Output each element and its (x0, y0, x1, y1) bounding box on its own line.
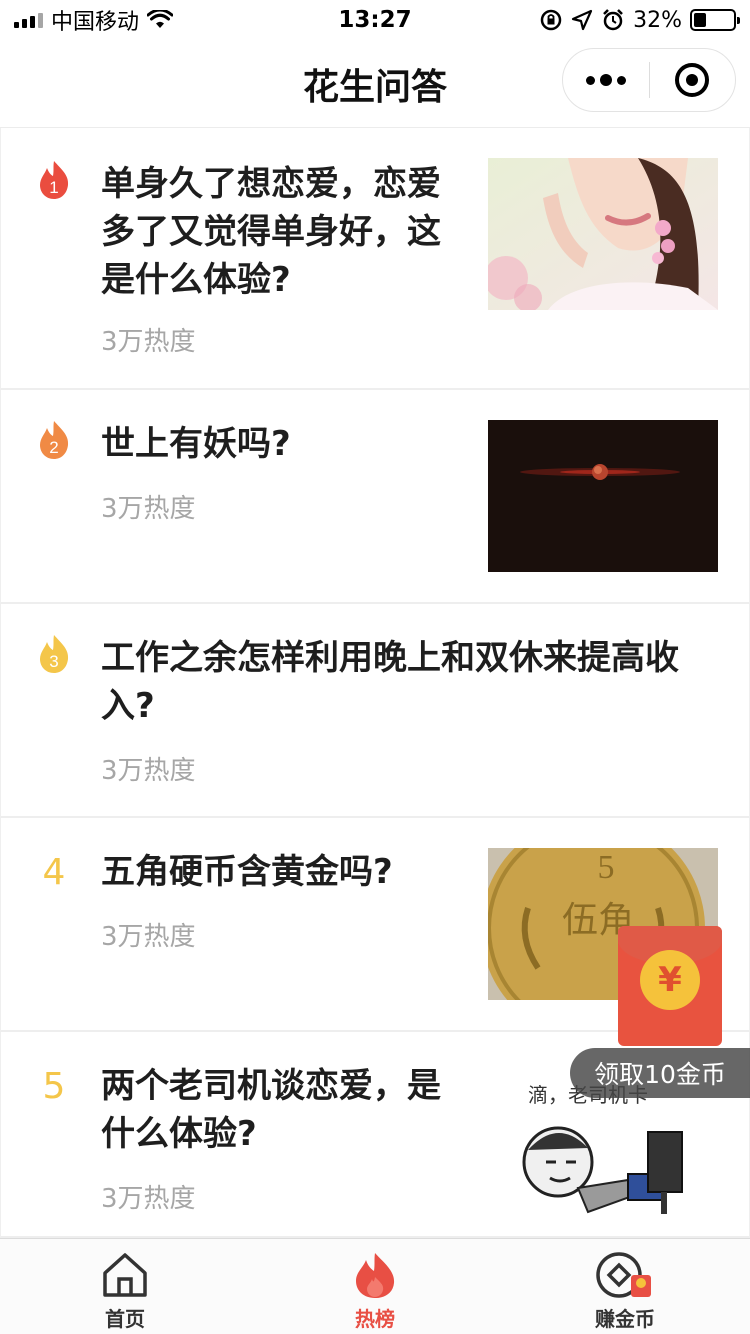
status-left: 中国移动 (14, 4, 174, 36)
title-line: 单身久了想恋爱，恋爱 (101, 164, 441, 204)
page-title: 花生问答 (302, 66, 447, 108)
title-line: 五角硬币含黄金吗? (101, 852, 393, 892)
alarm-icon (603, 9, 623, 31)
tab-earn-coins[interactable]: 赚金币 (500, 1239, 750, 1334)
status-right: 32% (539, 7, 740, 33)
list-item[interactable]: 1 单身久了想恋爱，恋爱 多了又觉得单身好，这 是什么体验? 3万热度 (0, 128, 750, 390)
wifi-icon (147, 10, 174, 28)
rank-number: 5 (42, 1066, 66, 1107)
yuan-coin-icon: ¥ (640, 950, 700, 1010)
coin-digit: 5 (598, 849, 615, 886)
battery-percent: 32% (633, 7, 682, 33)
question-title[interactable]: 五角硬币含黄金吗? (101, 848, 393, 896)
thumbnail-eclipse-image[interactable] (488, 420, 718, 572)
heat-count: 3万热度 (101, 494, 196, 524)
rank-flame-icon: 2 (35, 420, 73, 460)
heat-count: 3万热度 (101, 1184, 196, 1214)
tab-label: 首页 (105, 1307, 145, 1331)
carrier-label: 中国移动 (51, 10, 140, 35)
battery-icon (690, 9, 740, 31)
nav-bar: 花生问答 (0, 40, 750, 128)
status-bar: 中国移动 13:27 32% (0, 0, 750, 40)
tab-label: 热榜 (355, 1307, 395, 1331)
rank-number: 3 (49, 652, 58, 671)
tab-home[interactable]: 首页 (0, 1239, 250, 1334)
rank-number: 2 (49, 438, 58, 457)
claim-coins-tip[interactable]: 领取10金币 (570, 1048, 750, 1098)
rank-number: 1 (49, 178, 58, 197)
signal-icon (14, 12, 43, 28)
title-line: 世上有妖吗? (101, 424, 291, 464)
question-title[interactable]: 世上有妖吗? (101, 420, 291, 468)
tab-hot-list[interactable]: 热榜 (250, 1239, 500, 1334)
title-line: 多了又觉得单身好，这 (101, 212, 441, 252)
red-packet-button[interactable]: ¥ (618, 926, 722, 1046)
title-line: 工作之余怎样利用晚上和双休来提高收 (101, 638, 679, 678)
list-item[interactable]: 3 工作之余怎样利用晚上和双休来提高收 入? 3万热度 (0, 604, 750, 818)
flame-icon (356, 1253, 395, 1298)
rank-number: 4 (42, 852, 66, 893)
title-line: 入? (101, 686, 155, 726)
heat-count: 3万热度 (101, 922, 196, 952)
mini-program-capsule (562, 48, 736, 112)
tab-label: 赚金币 (595, 1307, 655, 1331)
heat-count: 3万热度 (101, 756, 196, 786)
title-line: 是什么体验? (101, 260, 291, 300)
title-line: 什么体验? (101, 1114, 257, 1154)
rank-flame-icon: 3 (35, 634, 73, 674)
target-icon (675, 63, 710, 97)
question-title[interactable]: 单身久了想恋爱，恋爱 多了又觉得单身好，这 是什么体验? (101, 160, 441, 304)
list-item[interactable]: 2 世上有妖吗? 3万热度 (0, 390, 750, 604)
close-miniprogram-button[interactable] (650, 49, 736, 111)
question-title[interactable]: 两个老司机谈恋爱，是 什么体验? (101, 1062, 441, 1158)
thumbnail-girl-image[interactable] (488, 158, 718, 310)
location-icon (571, 9, 593, 31)
tab-bar: 首页 热榜 赚金币 (0, 1238, 750, 1334)
more-dots-icon (585, 74, 626, 86)
rotation-lock-icon (540, 9, 562, 31)
home-icon (103, 1253, 147, 1297)
coin-icon (596, 1252, 651, 1298)
title-line: 两个老司机谈恋爱，是 (101, 1066, 441, 1106)
rank-flame-icon: 1 (35, 160, 73, 200)
heat-count: 3万热度 (101, 327, 196, 357)
question-title[interactable]: 工作之余怎样利用晚上和双休来提高收 入? (101, 634, 679, 730)
more-button[interactable] (563, 49, 649, 111)
clock: 13:27 (338, 7, 412, 33)
